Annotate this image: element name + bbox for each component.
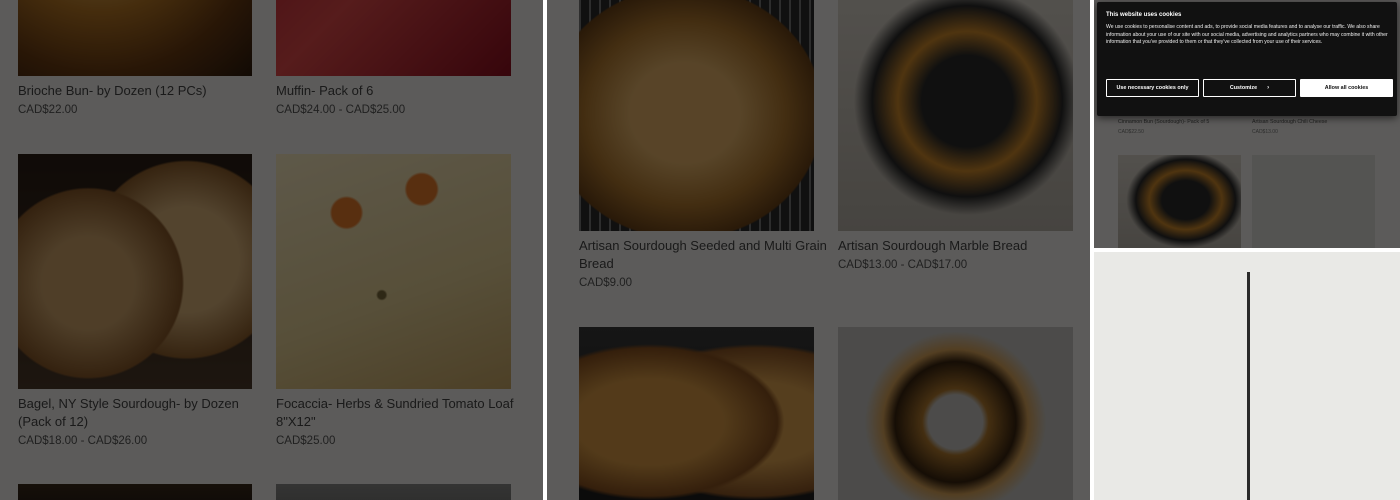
product-price: CAD$13.00 - CAD$17.00 (838, 259, 968, 271)
product-price: CAD$24.00 - CAD$25.00 (276, 104, 406, 116)
product-name[interactable]: Artisan Sourdough Seeded and Multi Grain… (579, 237, 829, 273)
product-price: CAD$25.00 (276, 435, 336, 447)
seeded-bread-image[interactable] (579, 0, 814, 231)
product-image-placeholder[interactable] (1252, 155, 1375, 248)
cookie-consent-panel: Cinnamon Bun (Sourdough)- Pack of 5 CAD$… (1094, 0, 1400, 248)
product-name[interactable]: Artisan Sourdough Chili Cheese (1252, 119, 1327, 125)
product-price: CAD$18.00 - CAD$26.00 (18, 435, 148, 447)
product-name-line-1: Bagel, NY Style Sourdough- by Dozen (18, 396, 239, 411)
marble-bread-image[interactable] (838, 0, 1073, 231)
muffin-image[interactable] (276, 0, 511, 76)
product-grid-panel-2: Artisan Sourdough Seeded and Multi Grain… (547, 0, 1090, 500)
product-name-line-2: Bread (579, 256, 614, 271)
cookie-dialog: This website uses cookies We use cookies… (1097, 2, 1397, 116)
product-image[interactable] (276, 484, 511, 500)
product-name[interactable]: Brioche Bun- by Dozen (12 PCs) (18, 82, 207, 100)
brioche-bun-image[interactable] (18, 0, 252, 76)
product-image[interactable] (1118, 155, 1241, 248)
marble-bread-slice-photo (1094, 252, 1400, 500)
chevron-right-icon: › (1267, 85, 1270, 91)
product-price: CAD$22.50 (1118, 129, 1144, 135)
product-name[interactable]: Focaccia- Herbs & Sundried Tomato Loaf 8… (276, 395, 526, 431)
product-name-line-2: (Pack of 12) (18, 414, 89, 429)
product-image[interactable] (838, 327, 1073, 500)
product-price: CAD$9.00 (579, 277, 633, 289)
product-name[interactable]: Cinnamon Bun (Sourdough)- Pack of 5 (1118, 119, 1209, 125)
cookie-dialog-title: This website uses cookies (1106, 12, 1182, 18)
button-label: Allow all cookies (1324, 85, 1369, 91)
product-name[interactable]: Muffin- Pack of 6 (276, 82, 373, 100)
product-price: CAD$13.00 (1252, 129, 1278, 135)
product-name-line-1: Artisan Sourdough Seeded and Multi Grain (579, 238, 827, 253)
product-name[interactable]: Bagel, NY Style Sourdough- by Dozen (Pac… (18, 395, 258, 431)
product-name-line-2: 8"X12" (276, 414, 316, 429)
customize-cookies-button[interactable]: Customize › (1203, 79, 1296, 97)
product-price: CAD$22.00 (18, 104, 78, 116)
product-name[interactable]: Artisan Sourdough Marble Bread (838, 237, 1027, 255)
allow-all-cookies-button[interactable]: Allow all cookies (1300, 79, 1393, 97)
product-image[interactable] (579, 327, 814, 500)
product-image[interactable] (18, 484, 252, 500)
bread-split-line (1247, 272, 1250, 500)
button-label: Use necessary cookies only (1116, 85, 1189, 91)
bagel-image[interactable] (18, 154, 252, 389)
use-necessary-cookies-button[interactable]: Use necessary cookies only (1106, 79, 1199, 97)
product-name-line-1: Focaccia- Herbs & Sundried Tomato Loaf (276, 396, 514, 411)
focaccia-image[interactable] (276, 154, 511, 389)
product-grid-panel-1: Brioche Bun- by Dozen (12 PCs) CAD$22.00… (0, 0, 543, 500)
button-label: Customize (1229, 85, 1258, 91)
cookie-dialog-body: We use cookies to personalise content an… (1106, 24, 1388, 46)
